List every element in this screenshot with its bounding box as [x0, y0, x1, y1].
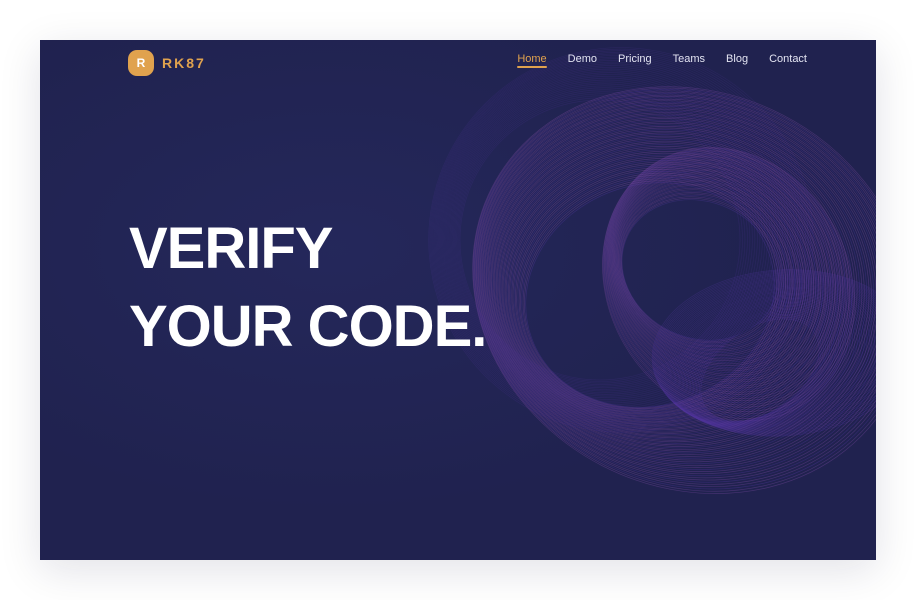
nav-item-teams[interactable]: Teams [673, 53, 705, 68]
landing-page: R RK87 Home Demo Pricing Teams Blog Cont… [40, 40, 876, 560]
hero-headline: VERIFY YOUR CODE. [129, 210, 487, 366]
brand-name: RK87 [162, 55, 206, 71]
nav-item-contact[interactable]: Contact [769, 53, 807, 68]
nav-item-blog[interactable]: Blog [726, 53, 748, 68]
nav-item-pricing[interactable]: Pricing [618, 53, 652, 68]
top-navigation: R RK87 Home Demo Pricing Teams Blog Cont… [40, 40, 876, 86]
logo-badge-icon: R [128, 50, 154, 76]
nav-item-demo[interactable]: Demo [568, 53, 597, 68]
brand-logo[interactable]: R RK87 [128, 50, 206, 76]
nav-menu: Home Demo Pricing Teams Blog Contact [517, 53, 807, 68]
hero-line-2: YOUR CODE. [129, 294, 487, 359]
nav-item-home[interactable]: Home [517, 53, 548, 68]
hero-line-1: VERIFY [129, 216, 334, 281]
